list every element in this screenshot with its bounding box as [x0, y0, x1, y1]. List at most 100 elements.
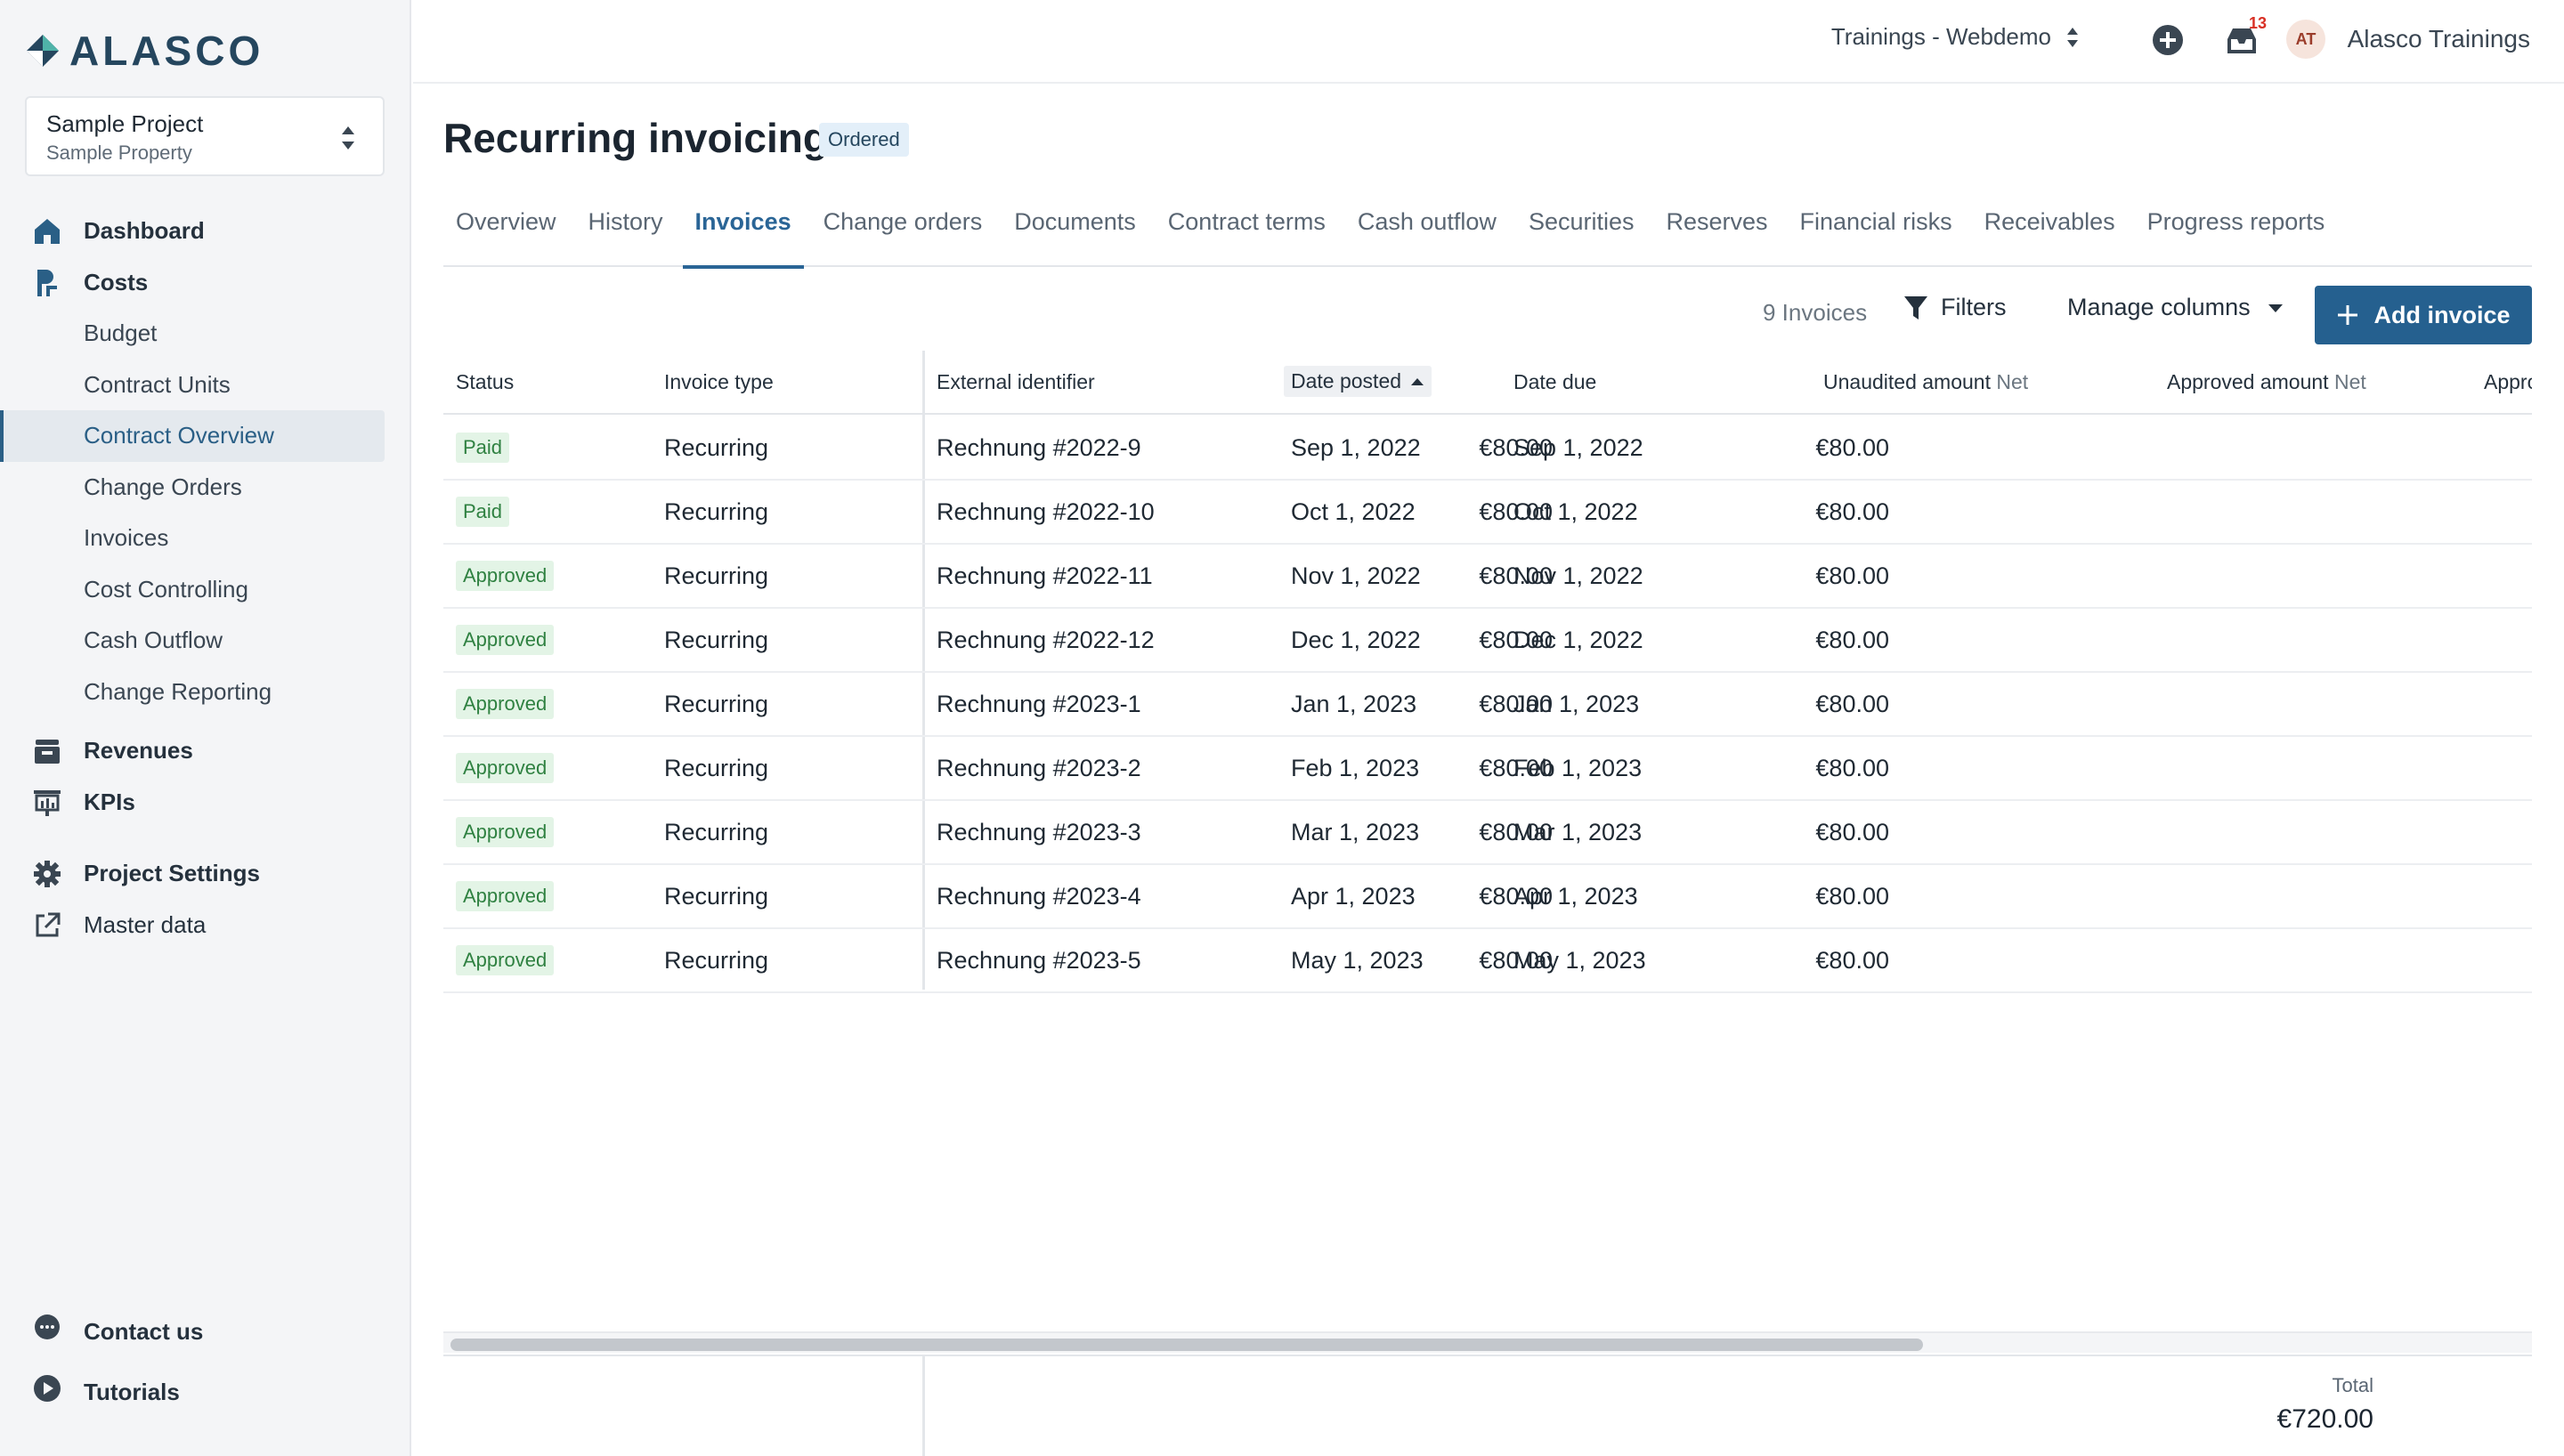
invoice-count: 9 Invoices — [1763, 299, 1868, 326]
approved-amount-cell: €80.00 — [1815, 755, 1889, 781]
column-header-invoice-type[interactable]: Invoice type — [664, 370, 774, 394]
tab-overview[interactable]: Overview — [443, 198, 569, 267]
invoice-type-cell: Recurring — [664, 691, 769, 717]
tab-reserves[interactable]: Reserves — [1653, 198, 1780, 267]
table-row[interactable]: Approved Recurring Rechnung #2022-11 Nov 1,… — [443, 545, 2532, 609]
column-header-approved-amount[interactable]: Approved amount Net — [2167, 370, 2366, 394]
filters-button[interactable]: Filters — [1903, 294, 2007, 321]
tab-financial-risks[interactable]: Financial risks — [1788, 198, 1965, 267]
column-header-status[interactable]: Status — [456, 370, 514, 394]
tab-cash-outflow[interactable]: Cash outflow — [1345, 198, 1509, 267]
sidebar-item-kpis[interactable]: KPIs — [0, 776, 410, 828]
column-header-date-posted[interactable]: Date posted — [1284, 366, 1432, 397]
sidebar-item-tutorials[interactable]: Tutorials — [0, 1362, 410, 1422]
status-badge: Paid — [456, 497, 510, 527]
status-badge: Approved — [456, 561, 555, 591]
table-row[interactable]: Approved Recurring Rechnung #2023-1 Jan 1, … — [443, 673, 2532, 737]
sidebar-subitem-contract-overview[interactable]: Contract Overview — [0, 410, 385, 462]
approved-amount-cell: €80.00 — [1815, 562, 1889, 589]
approved-amount-cell: €80.00 — [1815, 691, 1889, 717]
sidebar-subitem-change-reporting[interactable]: Change Reporting — [0, 667, 385, 718]
sidebar-subitem-contract-units[interactable]: Contract Units — [0, 360, 385, 411]
sidebar-subitem-budget[interactable]: Budget — [0, 308, 385, 360]
date-posted-cell: Nov 1, 2022 — [1291, 562, 1421, 589]
sidebar-item-label: KPIs — [84, 788, 135, 815]
table-row[interactable]: Approved Recurring Rechnung #2023-4 Apr 1, … — [443, 865, 2532, 929]
sidebar-item-contact[interactable]: Contact us — [0, 1301, 410, 1362]
column-header-label: Unaudited amount — [1823, 370, 1991, 393]
caret-down-icon — [2268, 303, 2283, 312]
alasco-logo[interactable]: ALASCO — [25, 27, 264, 75]
sidebar-subitem-cash-outflow[interactable]: Cash Outflow — [0, 615, 385, 667]
tab-history[interactable]: History — [576, 198, 676, 267]
create-plus-icon[interactable] — [2151, 23, 2185, 57]
scrollbar-thumb[interactable] — [450, 1339, 1923, 1351]
unaudited-amount-cell: €80.00 — [1479, 627, 1553, 653]
date-posted-cell: May 1, 2023 — [1291, 947, 1424, 974]
notification-count-badge: 13 — [2248, 14, 2267, 32]
tab-change-orders[interactable]: Change orders — [811, 198, 995, 267]
brand-name: ALASCO — [69, 28, 264, 74]
sidebar-item-label: Master data — [84, 910, 207, 938]
sidebar-nav: Dashboard Costs Budget Contract Units Co… — [0, 205, 410, 950]
page-title: Recurring invoicing — [443, 115, 828, 161]
column-header-date-due[interactable]: Date due — [1513, 370, 1596, 394]
sidebar-item-project-settings[interactable]: Project Settings — [0, 847, 410, 899]
kpi-chart-icon — [34, 790, 61, 816]
add-invoice-button[interactable]: Add invoice — [2315, 286, 2532, 344]
sidebar-item-label: Project Settings — [84, 859, 260, 886]
top-bar: Trainings - Webdemo 13 AT Alasco Trainin… — [413, 0, 2564, 84]
column-header-approved-truncated[interactable]: Appro — [2484, 370, 2532, 394]
table-row[interactable]: Paid Recurring Rechnung #2022-9 Sep 1, 2022… — [443, 417, 2532, 481]
approved-amount-cell: €80.00 — [1815, 883, 1889, 910]
column-header-external-identifier[interactable]: External identifier — [937, 370, 1095, 394]
approved-amount-cell: €80.00 — [1815, 627, 1889, 653]
invoice-type-cell: Recurring — [664, 562, 769, 589]
external-identifier-cell: Rechnung #2023-4 — [937, 883, 1141, 910]
tab-documents[interactable]: Documents — [1002, 198, 1148, 267]
table-row[interactable]: Paid Recurring Rechnung #2022-10 Oct 1, 202… — [443, 481, 2532, 545]
status-badge: Approved — [456, 689, 555, 719]
external-identifier-cell: Rechnung #2023-1 — [937, 691, 1141, 717]
approved-amount-cell: €80.00 — [1815, 498, 1889, 525]
avatar[interactable]: AT — [2286, 20, 2325, 59]
tab-securities[interactable]: Securities — [1516, 198, 1647, 267]
sidebar-item-costs[interactable]: Costs — [0, 256, 410, 308]
table-row[interactable]: Approved Recurring Rechnung #2023-2 Feb 1, … — [443, 737, 2532, 801]
project-selector[interactable]: Sample Project Sample Property — [25, 96, 385, 176]
sidebar-subitem-cost-controlling[interactable]: Cost Controlling — [0, 564, 385, 616]
status-badge: Paid — [456, 433, 510, 463]
sidebar-item-revenues[interactable]: Revenues — [0, 724, 410, 776]
tab-invoices[interactable]: Invoices — [682, 198, 804, 269]
gear-icon — [34, 861, 61, 887]
horizontal-scrollbar[interactable] — [443, 1331, 2532, 1353]
sidebar-subitem-invoices[interactable]: Invoices — [0, 513, 385, 564]
date-posted-cell: Dec 1, 2022 — [1291, 627, 1421, 653]
sidebar: ALASCO Sample Project Sample Property Da… — [0, 0, 411, 1456]
unaudited-amount-cell: €80.00 — [1479, 562, 1553, 589]
organization-selector[interactable]: Trainings - Webdemo — [1831, 23, 2080, 51]
table-footer: Total €720.00 — [443, 1355, 2532, 1456]
tab-contract-terms[interactable]: Contract terms — [1156, 198, 1338, 267]
status-badge: Approved — [456, 881, 555, 911]
tab-progress-reports[interactable]: Progress reports — [2135, 198, 2338, 267]
manage-columns-button[interactable]: Manage columns — [2067, 294, 2284, 321]
approved-amount-cell: €80.00 — [1815, 434, 1889, 461]
table-row[interactable]: Approved Recurring Rechnung #2022-12 Dec 1,… — [443, 609, 2532, 673]
table-row[interactable]: Approved Recurring Rechnung #2023-5 May 1, … — [443, 929, 2532, 993]
sidebar-item-label: Costs — [84, 268, 149, 295]
sidebar-item-master-data[interactable]: Master data — [0, 899, 410, 950]
column-header-unit: Net — [1996, 370, 2029, 393]
table-row[interactable]: Approved Recurring Rechnung #2023-3 Mar 1, … — [443, 801, 2532, 865]
external-identifier-cell: Rechnung #2022-9 — [937, 434, 1141, 461]
sidebar-item-label: Dashboard — [84, 216, 205, 244]
total-label: Total — [2332, 1374, 2373, 1396]
column-header-label: Date posted — [1291, 369, 1402, 392]
external-identifier-cell: Rechnung #2023-3 — [937, 819, 1141, 845]
column-header-unaudited-amount[interactable]: Unaudited amount Net — [1823, 370, 2028, 394]
sidebar-subitem-change-orders[interactable]: Change Orders — [0, 462, 385, 514]
sidebar-item-dashboard[interactable]: Dashboard — [0, 205, 410, 256]
home-icon — [35, 219, 60, 244]
tab-receivables[interactable]: Receivables — [1972, 198, 2128, 267]
user-name[interactable]: Alasco Trainings — [2348, 25, 2530, 53]
